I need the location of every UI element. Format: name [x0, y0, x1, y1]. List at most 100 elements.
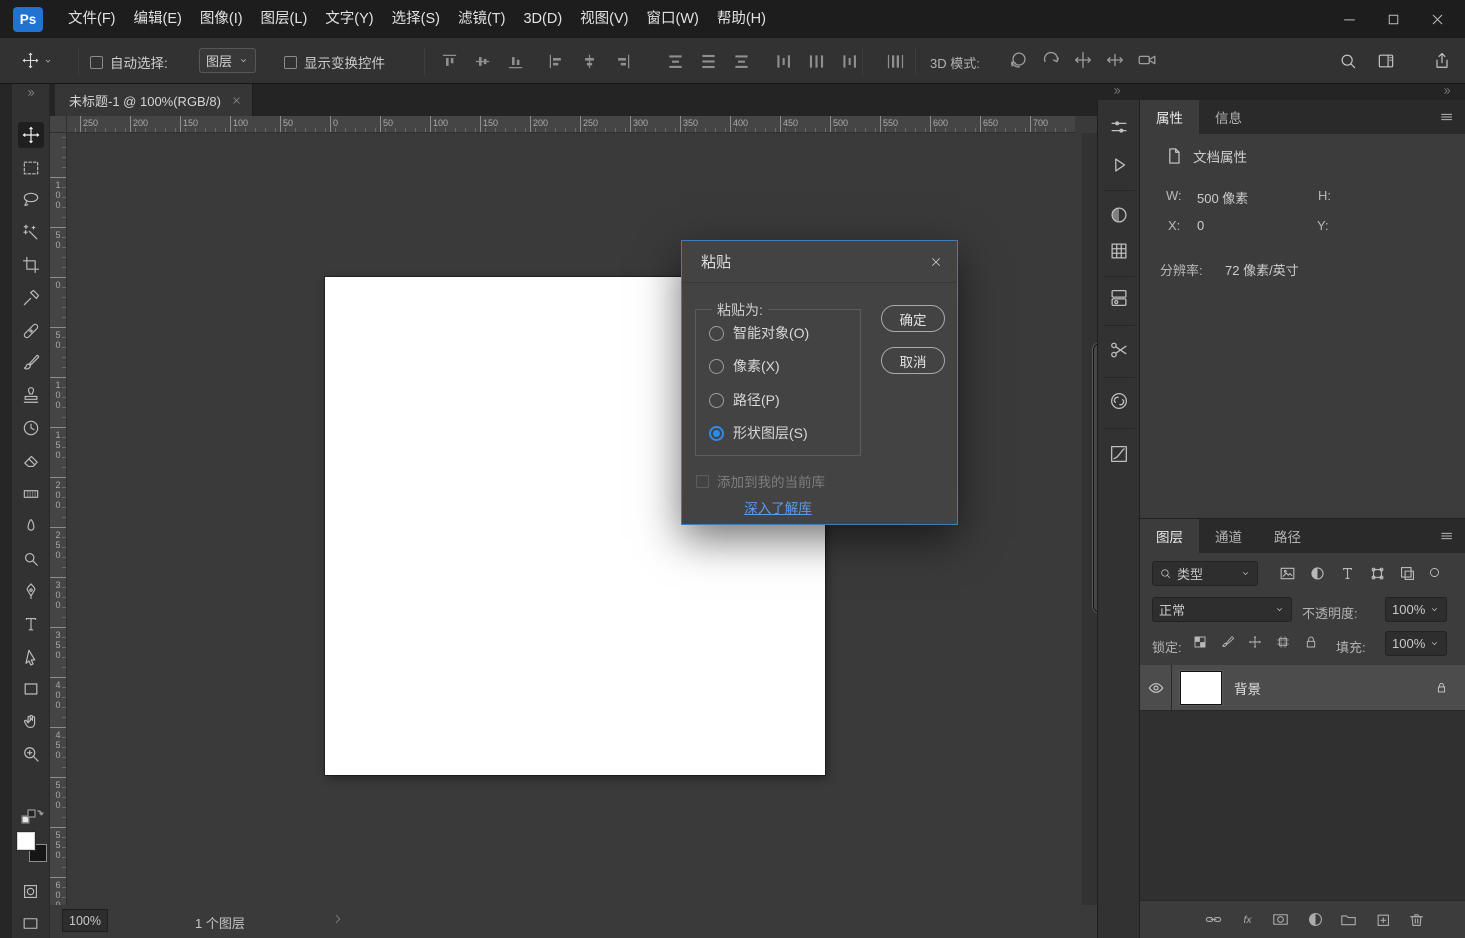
- maximize-button[interactable]: [1377, 7, 1409, 31]
- dialog-titlebar[interactable]: 粘贴: [682, 241, 957, 283]
- menu-item-1[interactable]: 编辑(E): [125, 0, 191, 38]
- filter-toggle-icon[interactable]: [1428, 566, 1442, 580]
- screen-mode-icon[interactable]: [21, 914, 41, 934]
- lock-all-icon[interactable]: [1303, 634, 1320, 651]
- tab-channels[interactable]: 通道: [1199, 519, 1258, 553]
- gradient-tool-icon[interactable]: [18, 481, 44, 507]
- clone-stamp-tool-icon[interactable]: [18, 383, 44, 409]
- type-layer-filter-icon[interactable]: [1338, 564, 1357, 583]
- tab-properties[interactable]: 属性: [1140, 100, 1199, 134]
- distribute-top-icon[interactable]: [664, 50, 686, 72]
- document-tab[interactable]: 未标题-1 @ 100%(RGB/8): [55, 84, 253, 116]
- link-layers-icon[interactable]: [1204, 910, 1224, 930]
- close-button[interactable]: [1421, 7, 1453, 31]
- magic-wand-tool-icon[interactable]: [18, 220, 44, 246]
- fill-dropdown[interactable]: 100%: [1385, 631, 1447, 656]
- smudge-tool-icon[interactable]: [18, 513, 44, 539]
- share-icon[interactable]: [1430, 49, 1454, 73]
- swatches-panel-icon[interactable]: [1108, 240, 1131, 263]
- align-vertical-center-icon[interactable]: [471, 50, 493, 72]
- align-horizontal-center-icon[interactable]: [578, 50, 600, 72]
- learn-about-libraries-link[interactable]: 深入了解库: [695, 497, 861, 517]
- distribute-horizontal-center-icon[interactable]: [805, 50, 827, 72]
- toolbar-collapse-icon[interactable]: [12, 86, 50, 100]
- radio-smart-object[interactable]: 智能对象(O): [709, 322, 809, 344]
- layer-group-icon[interactable]: [1339, 910, 1359, 930]
- menu-item-0[interactable]: 文件(F): [59, 0, 125, 38]
- tab-close-icon[interactable]: [231, 95, 242, 106]
- type-tool-icon[interactable]: [18, 611, 44, 637]
- smart-object-filter-icon[interactable]: [1398, 564, 1417, 583]
- adjustment-layer-icon[interactable]: [1306, 910, 1326, 930]
- add-to-library-checkbox[interactable]: 添加到我的当前库: [696, 471, 825, 491]
- new-layer-icon[interactable]: [1373, 910, 1393, 930]
- lock-pixels-icon[interactable]: [1220, 634, 1237, 651]
- dialog-close-button[interactable]: [926, 252, 946, 272]
- auto-select-checkbox[interactable]: 自动选择:: [90, 52, 168, 72]
- radio-pixels[interactable]: 像素(X): [709, 355, 780, 377]
- menu-item-3[interactable]: 图层(L): [252, 0, 317, 38]
- foreground-background-swatches[interactable]: [17, 832, 47, 862]
- scissors-panel-icon[interactable]: [1108, 339, 1131, 362]
- opacity-dropdown[interactable]: 100%: [1385, 597, 1447, 622]
- distribute-right-icon[interactable]: [838, 50, 860, 72]
- creative-cloud-icon[interactable]: [1108, 390, 1131, 413]
- distribute-vertical-center-icon[interactable]: [697, 50, 719, 72]
- crop-tool-icon[interactable]: [18, 252, 44, 278]
- panel-menu-icon[interactable]: [1438, 108, 1457, 127]
- path-select-tool-icon[interactable]: [18, 644, 44, 670]
- menu-item-5[interactable]: 选择(S): [383, 0, 449, 38]
- 3d-roll-icon[interactable]: [1040, 49, 1062, 71]
- collapse-panels-icon[interactable]: [1441, 85, 1457, 99]
- 3d-orbit-icon[interactable]: [1008, 49, 1030, 71]
- tool-preset-picker[interactable]: [14, 46, 62, 75]
- actions-play-icon[interactable]: [1108, 154, 1131, 177]
- align-top-icon[interactable]: [438, 50, 460, 72]
- distribute-left-icon[interactable]: [772, 50, 794, 72]
- menu-item-6[interactable]: 滤镜(T): [449, 0, 515, 38]
- lasso-tool-icon[interactable]: [18, 187, 44, 213]
- status-menu-chevron[interactable]: [331, 912, 349, 930]
- layer-effects-icon[interactable]: fx: [1238, 910, 1258, 930]
- eyedropper-tool-icon[interactable]: [18, 285, 44, 311]
- menu-item-2[interactable]: 图像(I): [191, 0, 252, 38]
- layer-thumbnail[interactable]: [1180, 671, 1222, 705]
- brush-tool-icon[interactable]: [18, 350, 44, 376]
- libraries-panel-icon[interactable]: [1108, 287, 1131, 310]
- pixel-layer-filter-icon[interactable]: [1278, 564, 1297, 583]
- blend-mode-dropdown[interactable]: 正常: [1152, 597, 1292, 622]
- 3d-camera-icon[interactable]: [1136, 49, 1158, 71]
- tab-paths[interactable]: 路径: [1258, 519, 1317, 553]
- quick-mask-icon[interactable]: [21, 882, 41, 902]
- vertical-scrollbar[interactable]: [1082, 133, 1097, 905]
- healing-brush-tool-icon[interactable]: [18, 318, 44, 344]
- zoom-level-field[interactable]: 100%: [62, 909, 108, 932]
- color-panel-icon[interactable]: [1108, 204, 1131, 227]
- radio-path[interactable]: 路径(P): [709, 389, 780, 411]
- distribute-bottom-icon[interactable]: [730, 50, 752, 72]
- marquee-tool-icon[interactable]: [18, 155, 44, 181]
- collapse-dock-icon[interactable]: [1111, 85, 1127, 99]
- layer-mask-icon[interactable]: [1271, 910, 1291, 930]
- auto-select-target-dropdown[interactable]: 图层: [199, 48, 256, 73]
- graph-panel-icon[interactable]: [1108, 443, 1131, 466]
- search-icon[interactable]: [1336, 49, 1360, 73]
- 3d-pan-icon[interactable]: [1072, 49, 1094, 71]
- workspace-icon[interactable]: [1374, 49, 1398, 73]
- rectangle-tool-icon[interactable]: [18, 676, 44, 702]
- sliders-panel-icon[interactable]: [1108, 116, 1131, 139]
- align-left-icon[interactable]: [545, 50, 567, 72]
- show-transform-controls-checkbox[interactable]: 显示变换控件: [284, 52, 385, 72]
- adjustment-layer-filter-icon[interactable]: [1308, 564, 1327, 583]
- ok-button[interactable]: 确定: [881, 305, 945, 332]
- menu-item-8[interactable]: 视图(V): [571, 0, 637, 38]
- shape-layer-filter-icon[interactable]: [1368, 564, 1387, 583]
- foreground-color-swatch[interactable]: [17, 832, 35, 850]
- menu-item-7[interactable]: 3D(D): [514, 0, 571, 38]
- history-brush-tool-icon[interactable]: [18, 415, 44, 441]
- lock-transparent-icon[interactable]: [1192, 634, 1209, 651]
- layer-filter-type-dropdown[interactable]: 类型: [1152, 561, 1258, 586]
- move-tool-icon[interactable]: [18, 122, 44, 148]
- tab-layers[interactable]: 图层: [1140, 519, 1199, 553]
- dodge-tool-icon[interactable]: [18, 546, 44, 572]
